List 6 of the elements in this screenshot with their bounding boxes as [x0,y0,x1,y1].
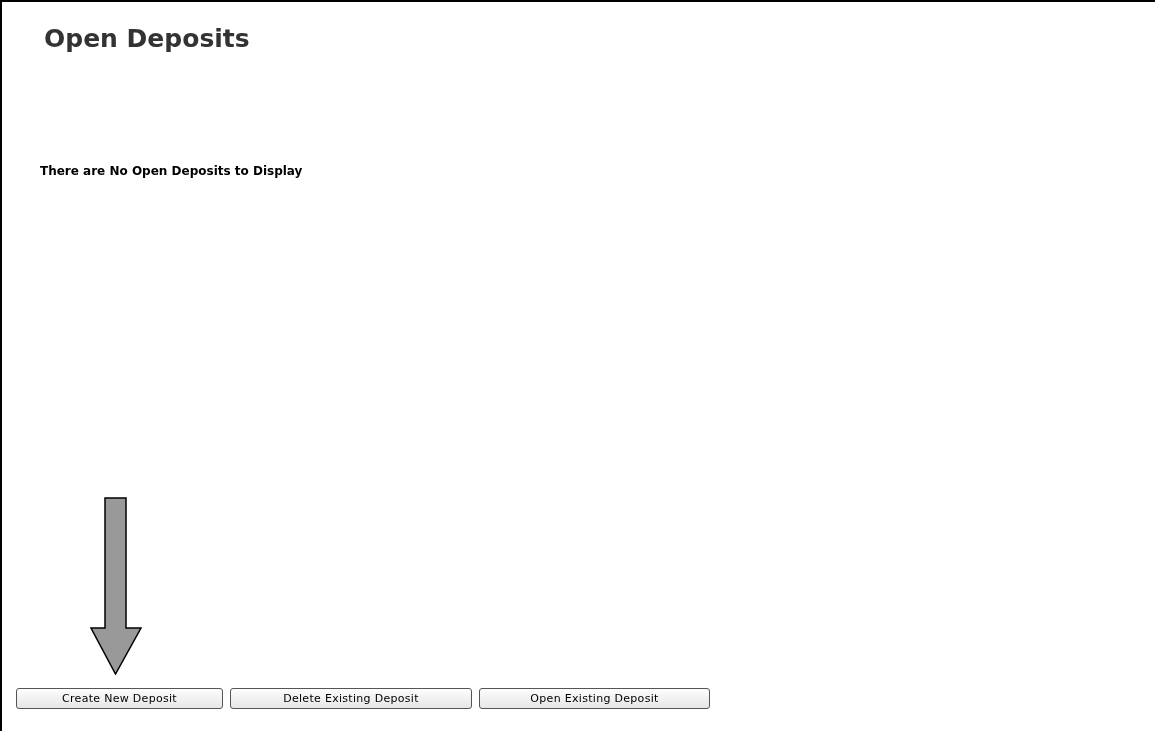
down-arrow-icon [90,497,142,675]
action-button[interactable]: Create New Deposit [16,688,223,709]
action-button[interactable]: Open Existing Deposit [479,688,710,709]
page-title: Open Deposits [44,24,250,53]
empty-message: There are No Open Deposits to Display [40,164,303,178]
action-button[interactable]: Delete Existing Deposit [230,688,472,709]
